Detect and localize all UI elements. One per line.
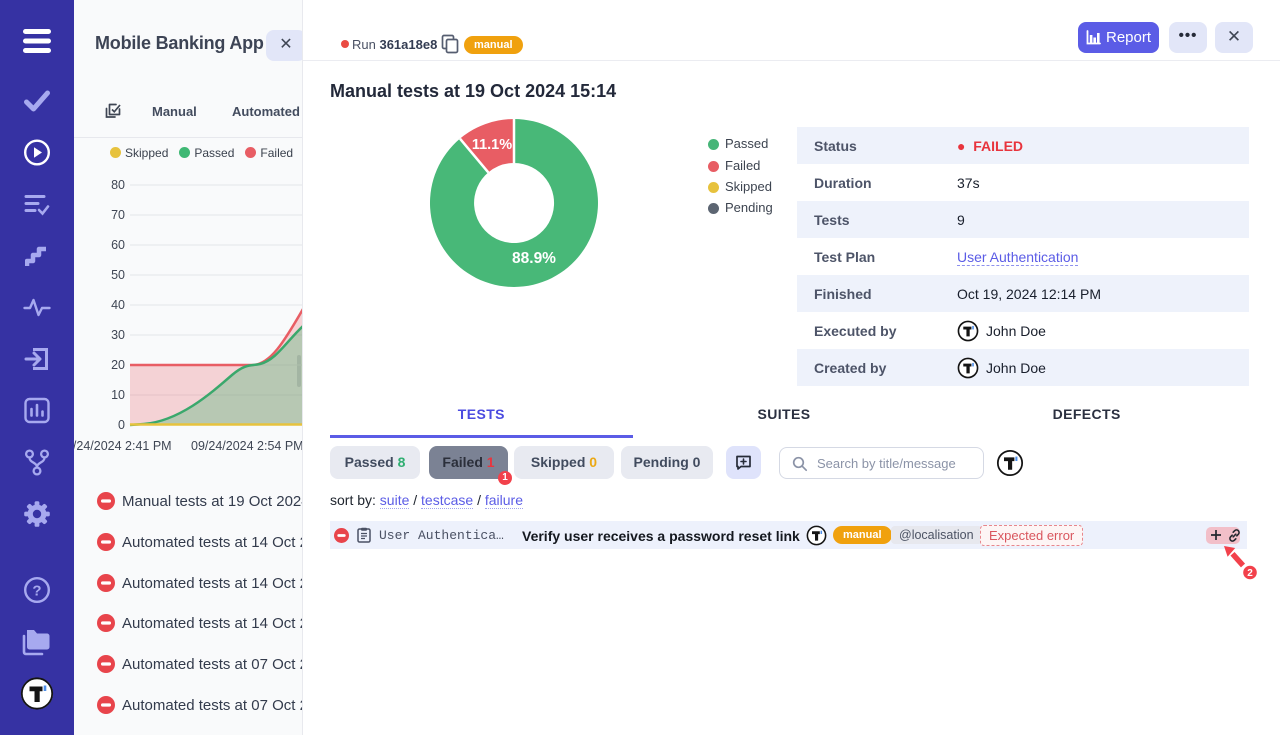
svg-text:88.9%: 88.9% [512, 250, 556, 267]
svg-text:11.1%: 11.1% [472, 137, 512, 153]
svg-text:?: ? [32, 583, 41, 600]
svg-text:2: 2 [1247, 568, 1253, 579]
